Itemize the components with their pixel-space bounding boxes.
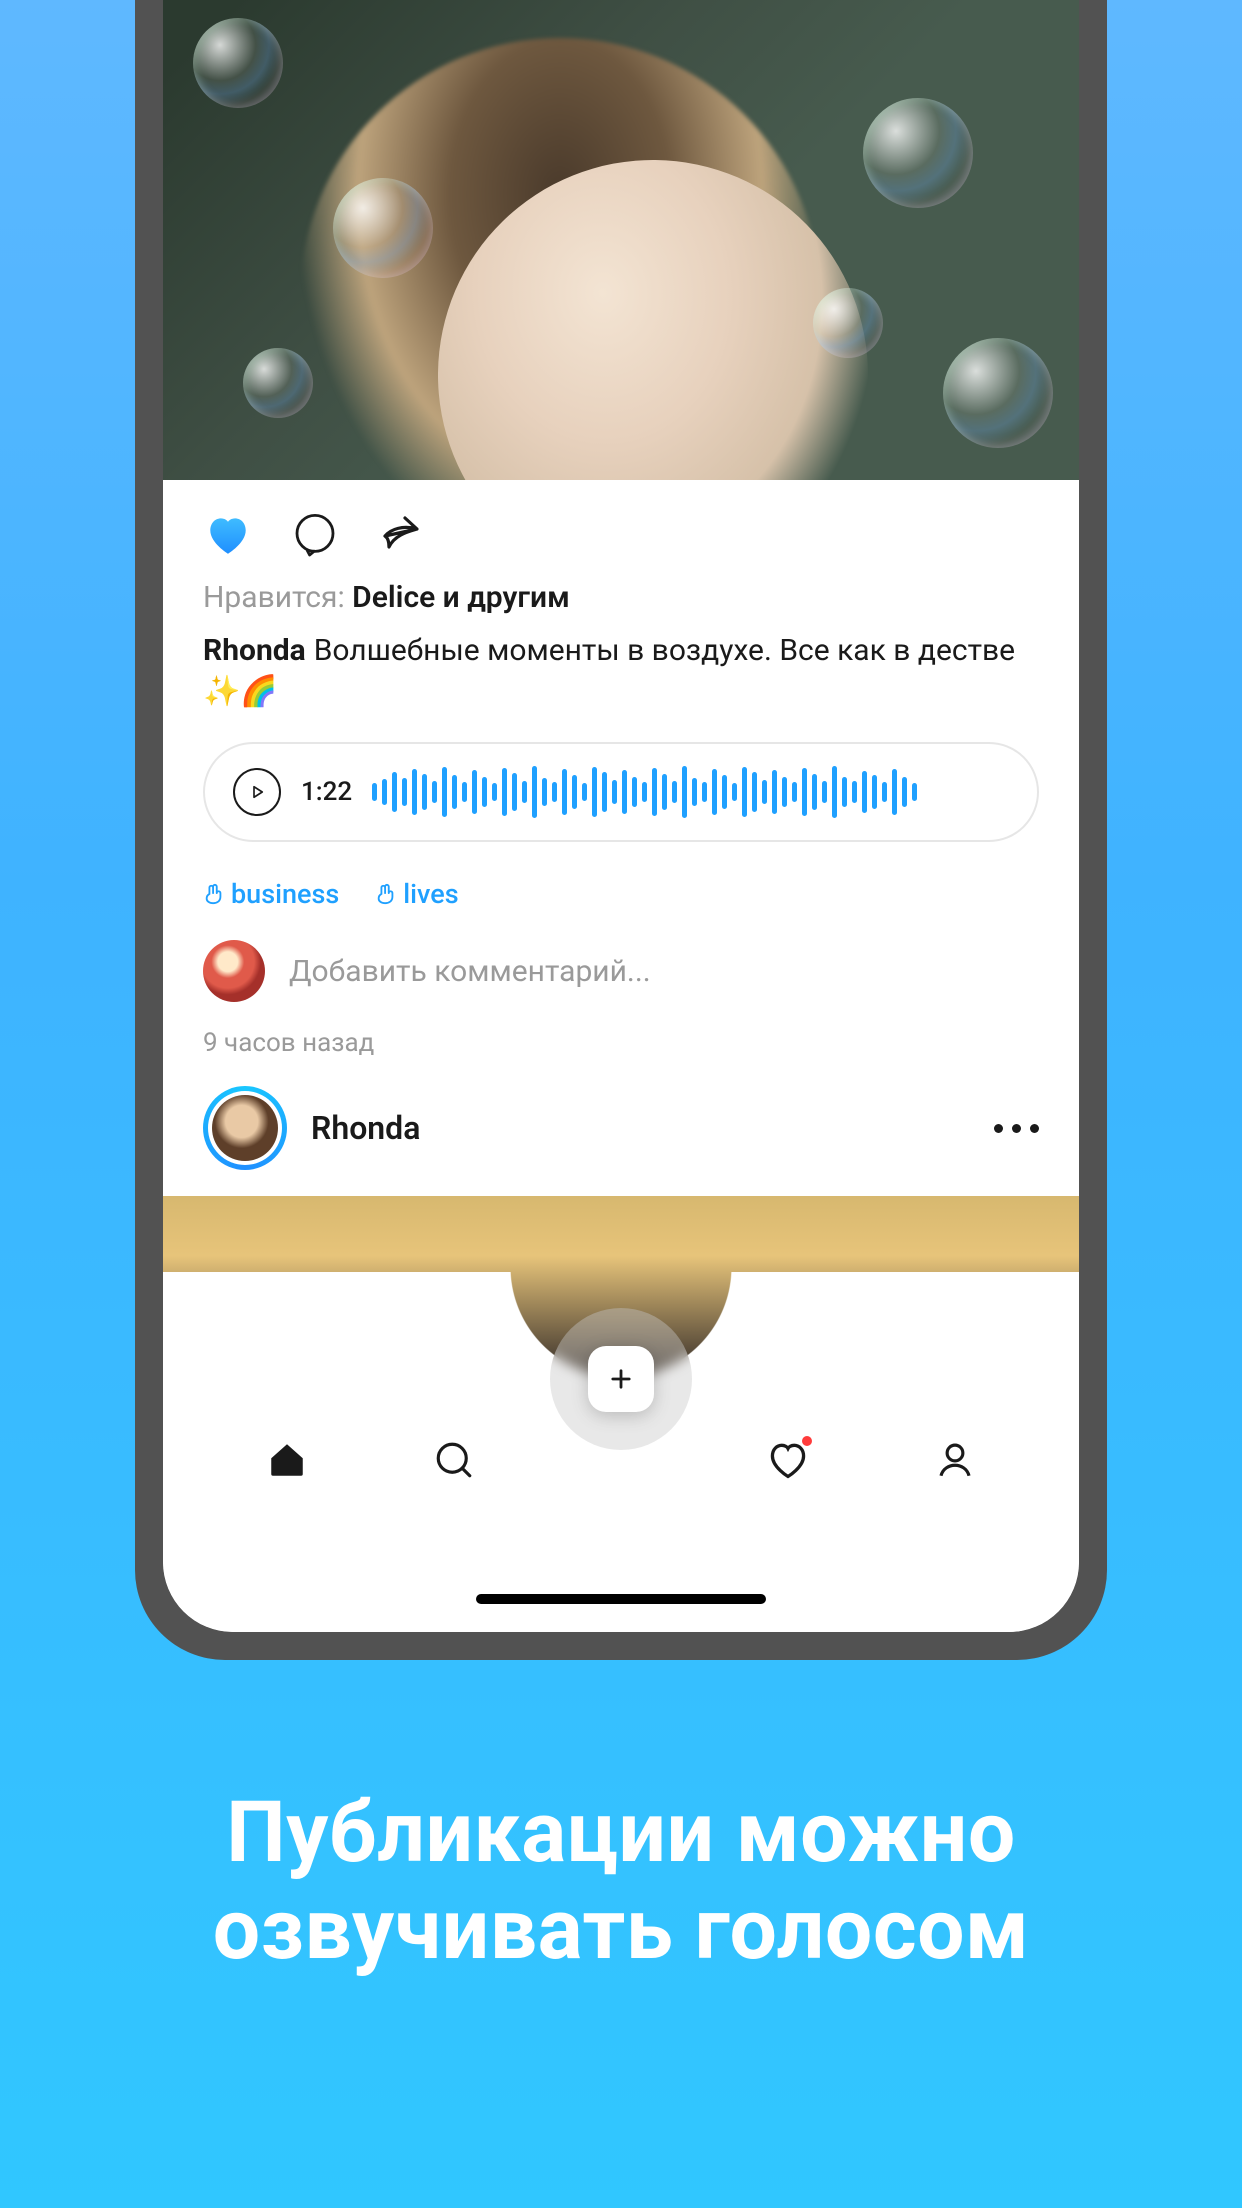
next-post-header: Rhonda xyxy=(163,1068,1079,1196)
add-comment-row[interactable]: Добавить комментарий... xyxy=(163,926,1079,1016)
voice-duration: 1:22 xyxy=(301,777,352,807)
post-caption: RhondaВолшебные моменты в воздухе. Все к… xyxy=(203,631,1039,712)
like-button[interactable] xyxy=(203,510,253,560)
tag-business[interactable]: business xyxy=(203,878,339,910)
story-avatar-ring[interactable] xyxy=(203,1086,287,1170)
home-indicator xyxy=(476,1594,766,1604)
tags-row: business lives xyxy=(163,852,1079,926)
author-avatar xyxy=(212,1095,278,1161)
marketing-headline: Публикации можно озвучивать голосом xyxy=(0,1785,1242,1978)
play-button[interactable] xyxy=(233,768,281,816)
tag-label: lives xyxy=(403,878,458,910)
user-avatar[interactable] xyxy=(203,940,265,1002)
post-timestamp: 9 часов назад xyxy=(163,1016,1079,1068)
nav-profile[interactable] xyxy=(931,1436,979,1484)
caption-body: Волшебные моменты в воздухе. Все как в д… xyxy=(314,633,1015,668)
post-actions-bar xyxy=(163,480,1079,580)
device-frame: Нравится: Delice и другим RhondaВолшебны… xyxy=(135,0,1107,1660)
share-button[interactable] xyxy=(377,511,425,559)
tag-lives[interactable]: lives xyxy=(375,878,458,910)
home-icon xyxy=(266,1439,308,1481)
likes-users: Delice и другим xyxy=(352,580,570,615)
marketing-line2: озвучивать голосом xyxy=(0,1882,1242,1979)
marketing-line1: Публикации можно xyxy=(0,1785,1242,1882)
post-image[interactable] xyxy=(163,0,1079,480)
peace-icon xyxy=(203,883,225,905)
nav-search[interactable] xyxy=(430,1436,478,1484)
profile-icon xyxy=(934,1439,976,1481)
voice-player[interactable]: 1:22 xyxy=(203,742,1039,842)
plus-icon xyxy=(607,1365,635,1393)
likes-line[interactable]: Нравится: Delice и другим xyxy=(203,580,1039,615)
search-icon xyxy=(433,1439,475,1481)
tag-label: business xyxy=(231,878,339,910)
post-more-button[interactable] xyxy=(994,1124,1039,1133)
waveform[interactable] xyxy=(372,765,1009,819)
caption-author[interactable]: Rhonda xyxy=(203,633,306,668)
nav-home[interactable] xyxy=(263,1436,311,1484)
caption-emoji: ✨🌈 xyxy=(203,674,278,709)
comment-button[interactable] xyxy=(291,511,339,559)
peace-icon xyxy=(375,883,397,905)
next-post-author[interactable]: Rhonda xyxy=(311,1109,970,1147)
bottom-nav xyxy=(163,1402,1079,1632)
app-screen: Нравится: Delice и другим RhondaВолшебны… xyxy=(163,0,1079,1632)
comment-input-placeholder[interactable]: Добавить комментарий... xyxy=(289,954,651,989)
post-text-block: Нравится: Delice и другим RhondaВолшебны… xyxy=(163,580,1079,712)
activity-badge xyxy=(800,1434,814,1448)
nav-activity[interactable] xyxy=(764,1436,812,1484)
likes-label: Нравится: xyxy=(203,580,352,615)
